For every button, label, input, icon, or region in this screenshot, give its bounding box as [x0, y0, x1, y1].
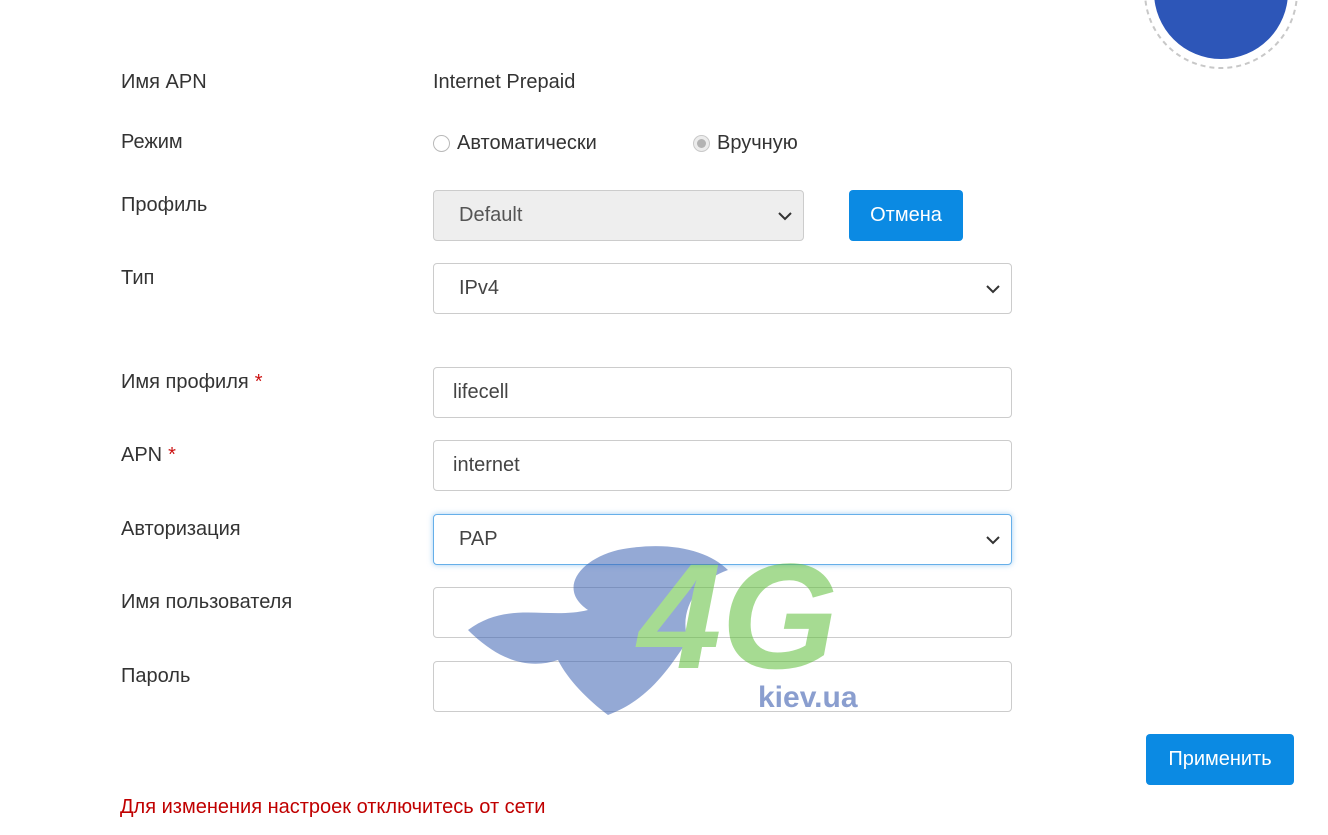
radio-checked-icon: [693, 135, 710, 152]
type-select[interactable]: IPv4: [433, 263, 1012, 314]
apn-input[interactable]: internet: [433, 440, 1012, 491]
radio-unchecked-icon: [433, 135, 450, 152]
gear-icon: [1144, 0, 1298, 69]
settings-button[interactable]: [1141, 0, 1301, 72]
profile-select[interactable]: Default: [433, 190, 804, 241]
chevron-down-icon: [778, 212, 792, 221]
profile-name-label: Имя профиля *: [121, 370, 263, 394]
mode-auto-radio[interactable]: Автоматически: [433, 132, 597, 155]
profile-label: Профиль: [121, 194, 208, 216]
mode-manual-radio[interactable]: Вручную: [693, 132, 798, 155]
profile-select-value: Default: [459, 204, 523, 226]
auth-select-value: PAP: [459, 528, 498, 550]
type-select-value: IPv4: [459, 277, 500, 299]
password-input[interactable]: [433, 661, 1012, 712]
chevron-down-icon: [986, 536, 1000, 545]
mode-label: Режим: [121, 131, 183, 153]
disconnect-warning: Для изменения настроек отключитесь от се…: [120, 796, 546, 818]
mode-auto-label: Автоматически: [457, 132, 597, 154]
required-mark: *: [254, 371, 263, 393]
apn-label: APN *: [121, 443, 176, 467]
profile-name-value: lifecell: [453, 381, 509, 403]
profile-name-input[interactable]: lifecell: [433, 367, 1012, 418]
auth-label: Авторизация: [121, 518, 241, 540]
apn-name-value: Internet Prepaid: [433, 71, 576, 93]
profile-name-label-text: Имя профиля: [121, 371, 249, 393]
auth-select[interactable]: PAP: [433, 514, 1012, 565]
type-label: Тип: [121, 267, 155, 289]
password-label: Пароль: [121, 665, 191, 687]
apn-value: internet: [453, 454, 520, 476]
chevron-down-icon: [986, 285, 1000, 294]
apn-label-text: APN: [121, 444, 163, 466]
username-label: Имя пользователя: [121, 591, 293, 613]
cancel-button[interactable]: Отмена: [849, 190, 963, 241]
required-mark: *: [168, 444, 176, 466]
mode-manual-label: Вручную: [717, 132, 798, 154]
username-input[interactable]: [433, 587, 1012, 638]
apn-name-label: Имя APN: [121, 71, 207, 93]
apply-button[interactable]: Применить: [1146, 734, 1294, 785]
